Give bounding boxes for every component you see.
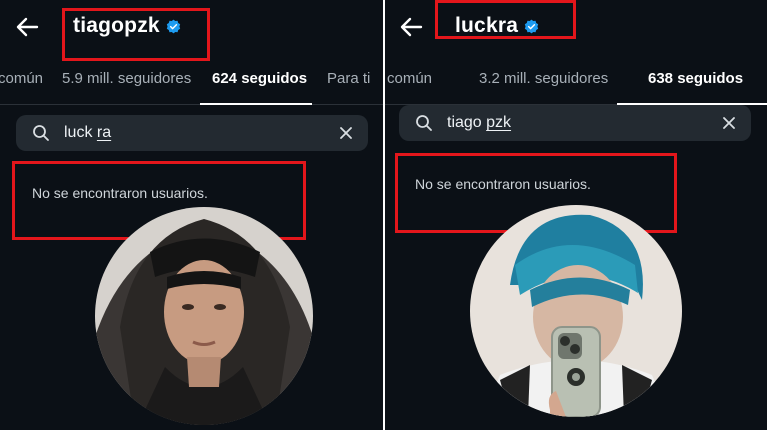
avatar-illustration (95, 207, 313, 425)
tab-in-common[interactable]: común (387, 70, 432, 87)
tab-for-you[interactable]: Para ti (327, 70, 370, 87)
highlight-box-username (435, 0, 576, 39)
search-icon (33, 125, 49, 141)
screenshot-collage: tiagopzk común 5.9 mill. seguidores 624 … (0, 0, 767, 430)
left-panel: tiagopzk común 5.9 mill. seguidores 624 … (0, 0, 383, 430)
search-icon (416, 115, 432, 131)
tab-bar: común 5.9 mill. seguidores 624 seguidos … (0, 70, 383, 105)
tab-followers[interactable]: 5.9 mill. seguidores (62, 70, 191, 87)
search-field[interactable]: luck ra (16, 115, 368, 151)
active-tab-indicator (200, 103, 312, 105)
profile-photo-luckra (470, 205, 682, 417)
search-field[interactable]: tiago pzk (399, 105, 751, 141)
search-input[interactable]: tiago pzk (447, 114, 723, 132)
arrow-left-icon[interactable] (15, 14, 41, 40)
close-icon[interactable] (340, 127, 352, 139)
profile-photo-tiagopzk (95, 207, 313, 425)
close-icon[interactable] (723, 117, 735, 129)
highlight-box-username (62, 8, 210, 61)
right-panel: luckra común 3.2 mill. seguidores 638 se… (385, 0, 767, 430)
tab-following[interactable]: 638 seguidos (648, 70, 743, 87)
search-input[interactable]: luck ra (64, 124, 340, 142)
avatar-illustration (470, 205, 682, 417)
arrow-left-icon[interactable] (399, 14, 425, 40)
tab-followers[interactable]: 3.2 mill. seguidores (479, 70, 608, 87)
tab-bar: común 3.2 mill. seguidores 638 seguidos (385, 70, 767, 105)
tab-following[interactable]: 624 seguidos (212, 70, 307, 87)
tab-in-common[interactable]: común (0, 70, 43, 87)
